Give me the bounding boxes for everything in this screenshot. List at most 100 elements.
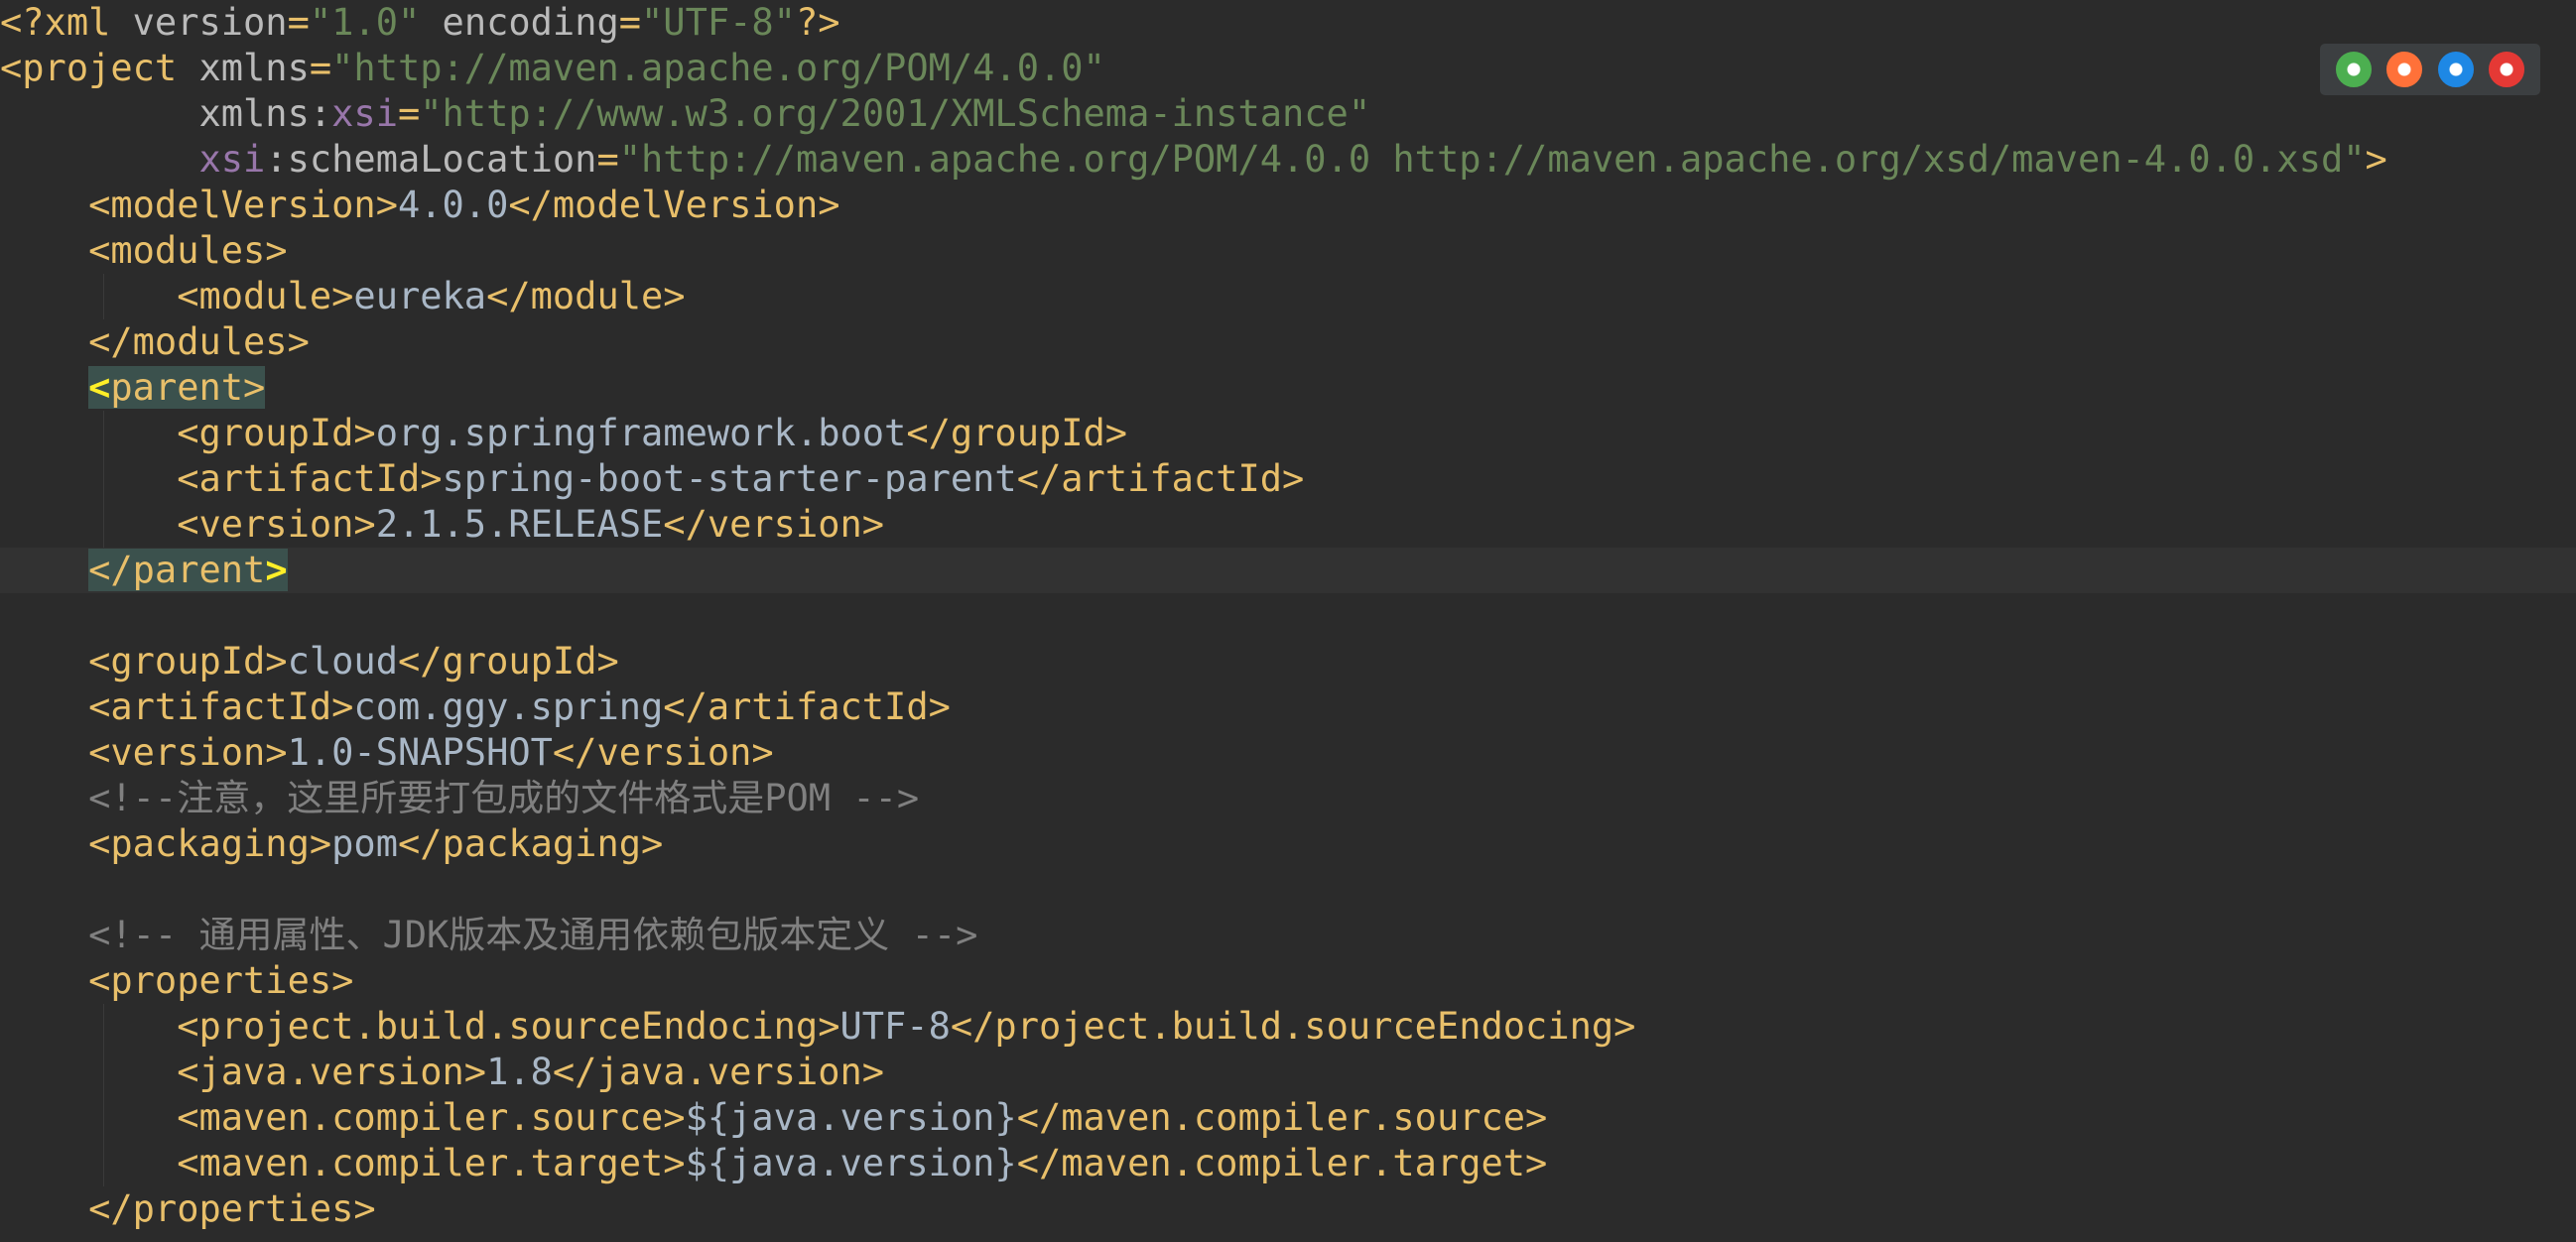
code-token: com.ggy.spring bbox=[353, 685, 664, 728]
code-token: </modelVersion> bbox=[508, 184, 840, 226]
code-token: </java.version> bbox=[552, 1051, 885, 1093]
code-token: = bbox=[309, 47, 332, 89]
indent-guide bbox=[103, 411, 104, 548]
code-line[interactable]: xsi:schemaLocation="http://maven.apache.… bbox=[0, 137, 2576, 183]
code-token: <!-- bbox=[0, 914, 199, 956]
code-editor[interactable]: <?xml version="1.0" encoding="UTF-8"?> <p… bbox=[0, 0, 2576, 1242]
code-token: 1.0-SNAPSHOT bbox=[287, 731, 553, 774]
indent-guide bbox=[103, 274, 104, 319]
code-token: 通用属性、 bbox=[198, 914, 383, 956]
code-line[interactable]: <parent> bbox=[0, 365, 2576, 411]
code-token: parent> bbox=[110, 366, 266, 409]
code-token: "http://maven.apache.org/POM/4.0.0 http:… bbox=[618, 138, 2366, 181]
code-line[interactable]: <module>eureka</module> bbox=[0, 274, 2576, 319]
code-token: ?> bbox=[795, 1, 840, 44]
code-token: "UTF-8" bbox=[641, 1, 796, 44]
code-line[interactable]: <groupId>cloud</groupId> bbox=[0, 639, 2576, 684]
code-line[interactable]: <version>1.0-SNAPSHOT</version> bbox=[0, 730, 2576, 776]
code-token: 4.0.0 bbox=[397, 184, 509, 226]
code-token: spring-boot-starter-parent bbox=[442, 457, 1017, 500]
code-token: eureka bbox=[353, 275, 487, 317]
code-token: <java.version> bbox=[0, 1051, 487, 1093]
code-token: > bbox=[2365, 138, 2387, 181]
code-token: </modules> bbox=[0, 320, 310, 363]
code-token: <version> bbox=[0, 731, 288, 774]
code-line[interactable]: <modules> bbox=[0, 228, 2576, 274]
code-token: </project.build.sourceEndocing> bbox=[950, 1005, 1636, 1048]
code-token: </packaging> bbox=[397, 822, 664, 865]
chrome-icon[interactable] bbox=[2335, 52, 2372, 87]
code-token: </maven.compiler.source> bbox=[1016, 1096, 1548, 1139]
code-token: </artifactId> bbox=[663, 685, 951, 728]
code-line[interactable]: </parent> bbox=[0, 548, 2576, 593]
code-line[interactable] bbox=[0, 867, 2576, 913]
code-line[interactable]: xmlns:xsi="http://www.w3.org/2001/XMLSch… bbox=[0, 91, 2576, 137]
code-token: <module> bbox=[0, 275, 354, 317]
code-token: </artifactId> bbox=[1016, 457, 1305, 500]
safari-icon[interactable] bbox=[2437, 52, 2474, 87]
code-line[interactable]: <maven.compiler.source>${java.version}</… bbox=[0, 1095, 2576, 1141]
code-line[interactable]: <!-- 通用属性、JDK版本及通用依赖包版本定义 --> bbox=[0, 913, 2576, 958]
code-token: pom bbox=[331, 822, 398, 865]
code-token: <properties> bbox=[0, 959, 354, 1002]
code-token: xmlns bbox=[198, 47, 310, 89]
code-token: <project bbox=[0, 47, 199, 89]
code-line[interactable]: <groupId>org.springframework.boot</group… bbox=[0, 411, 2576, 456]
code-token: </groupId> bbox=[397, 640, 619, 683]
code-line[interactable]: <!--注意，这里所要打包成的文件格式是POM --> bbox=[0, 776, 2576, 821]
code-token: <artifactId> bbox=[0, 685, 354, 728]
code-token: --> bbox=[889, 914, 978, 956]
code-token: ${java.version} bbox=[685, 1096, 1017, 1139]
code-token: xsi bbox=[331, 92, 398, 135]
code-token: </maven.compiler.target> bbox=[1016, 1142, 1548, 1184]
code-token: ${java.version} bbox=[685, 1142, 1017, 1184]
code-token: <packaging> bbox=[0, 822, 332, 865]
code-token: <groupId> bbox=[0, 640, 288, 683]
code-line[interactable]: <project xmlns="http://maven.apache.org/… bbox=[0, 46, 2576, 91]
code-line[interactable]: <artifactId>com.ggy.spring</artifactId> bbox=[0, 684, 2576, 730]
code-token: <modelVersion> bbox=[0, 184, 398, 226]
code-line[interactable]: <version>2.1.5.RELEASE</version> bbox=[0, 502, 2576, 548]
code-line[interactable]: <packaging>pom</packaging> bbox=[0, 821, 2576, 867]
code-token: cloud bbox=[287, 640, 398, 683]
code-token: 2.1.5.RELEASE bbox=[375, 503, 664, 546]
code-line[interactable]: </modules> bbox=[0, 319, 2576, 365]
code-line[interactable]: <properties> bbox=[0, 958, 2576, 1004]
code-token: <?xml bbox=[0, 1, 133, 44]
code-line[interactable]: <java.version>1.8</java.version> bbox=[0, 1050, 2576, 1095]
code-token: = bbox=[618, 1, 642, 44]
code-token: </version> bbox=[663, 503, 885, 546]
code-token: "http://maven.apache.org/POM/4.0.0" bbox=[331, 47, 1105, 89]
code-token: "1.0" bbox=[309, 1, 421, 44]
code-token: 版本及通用依赖包版本定义 bbox=[449, 914, 890, 956]
code-token: encoding bbox=[420, 1, 619, 44]
code-line[interactable]: <maven.compiler.target>${java.version}</… bbox=[0, 1141, 2576, 1186]
code-token: "http://www.w3.org/2001/XMLSchema-instan… bbox=[420, 92, 1371, 135]
browser-preview-bar bbox=[2320, 44, 2540, 95]
code-line[interactable]: <?xml version="1.0" encoding="UTF-8"?> bbox=[0, 0, 2576, 46]
code-token: JDK bbox=[382, 914, 450, 956]
code-token: </version> bbox=[552, 731, 774, 774]
opera-icon[interactable] bbox=[2489, 52, 2525, 87]
code-line[interactable]: <project.build.sourceEndocing>UTF-8</pro… bbox=[0, 1004, 2576, 1050]
code-line[interactable] bbox=[0, 593, 2576, 639]
firefox-icon[interactable] bbox=[2386, 52, 2423, 87]
code-line[interactable]: <modelVersion>4.0.0</modelVersion> bbox=[0, 183, 2576, 228]
code-token: version bbox=[132, 1, 288, 44]
code-token: = bbox=[287, 1, 310, 44]
code-token: POM --> bbox=[764, 777, 920, 819]
code-token: <artifactId> bbox=[0, 457, 443, 500]
code-token: xmlns: bbox=[0, 92, 332, 135]
code-token: UTF-8 bbox=[839, 1005, 951, 1048]
code-token: :schemaLocation bbox=[265, 138, 597, 181]
code-token: <!-- bbox=[0, 777, 178, 819]
code-token: = bbox=[397, 92, 421, 135]
code-token: <modules> bbox=[0, 229, 288, 272]
code-token: </properties> bbox=[0, 1187, 376, 1230]
code-line[interactable]: <artifactId>spring-boot-starter-parent</… bbox=[0, 456, 2576, 502]
code-token: org.springframework.boot bbox=[375, 412, 907, 454]
code-token: </parent bbox=[88, 549, 266, 591]
code-line[interactable]: </properties> bbox=[0, 1186, 2576, 1232]
